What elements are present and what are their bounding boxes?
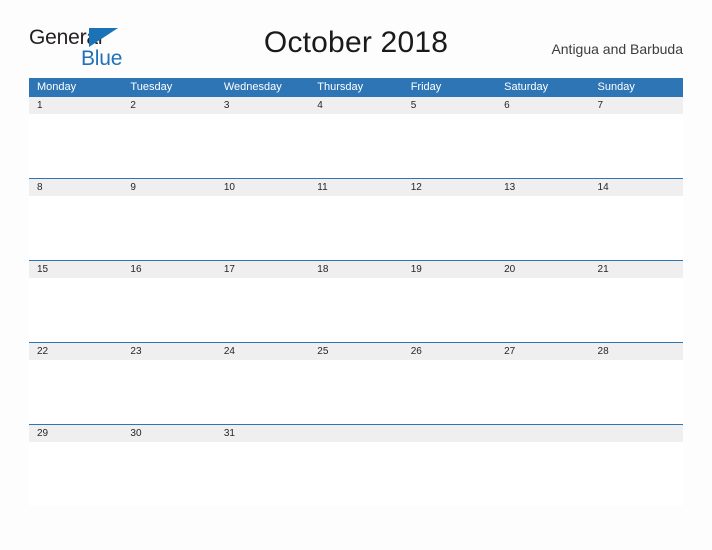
date-number[interactable]: 31 bbox=[216, 425, 309, 442]
day-event-area[interactable] bbox=[496, 114, 589, 178]
date-number[interactable]: 5 bbox=[403, 97, 496, 114]
day-event-area[interactable] bbox=[122, 114, 215, 178]
week-event-band bbox=[29, 442, 683, 506]
day-event-area-empty bbox=[496, 442, 589, 506]
date-number[interactable]: 29 bbox=[29, 425, 122, 442]
weekday-monday: Monday bbox=[37, 81, 77, 93]
day-event-area[interactable] bbox=[496, 196, 589, 260]
day-event-area[interactable] bbox=[122, 442, 215, 506]
week-date-band: 22 23 24 25 26 27 28 bbox=[29, 343, 683, 360]
date-number[interactable]: 30 bbox=[122, 425, 215, 442]
date-number[interactable]: 12 bbox=[403, 179, 496, 196]
date-number[interactable]: 21 bbox=[590, 261, 683, 278]
day-event-area[interactable] bbox=[496, 360, 589, 424]
calendar-week-row: 29 30 31 bbox=[29, 424, 683, 506]
calendar-weekday-header: Monday Tuesday Wednesday Thursday Friday… bbox=[29, 78, 683, 96]
date-number[interactable]: 9 bbox=[122, 179, 215, 196]
date-number[interactable]: 1 bbox=[29, 97, 122, 114]
week-event-band bbox=[29, 196, 683, 260]
week-date-band: 29 30 31 bbox=[29, 425, 683, 442]
date-number[interactable]: 6 bbox=[496, 97, 589, 114]
day-event-area[interactable] bbox=[216, 442, 309, 506]
calendar-table: Monday Tuesday Wednesday Thursday Friday… bbox=[29, 78, 683, 506]
date-number[interactable]: 4 bbox=[309, 97, 402, 114]
day-event-area[interactable] bbox=[216, 360, 309, 424]
date-number-empty bbox=[309, 425, 402, 442]
day-event-area-empty bbox=[309, 442, 402, 506]
date-number[interactable]: 10 bbox=[216, 179, 309, 196]
day-event-area[interactable] bbox=[29, 360, 122, 424]
day-event-area[interactable] bbox=[122, 196, 215, 260]
day-event-area[interactable] bbox=[216, 114, 309, 178]
date-number[interactable]: 7 bbox=[590, 97, 683, 114]
day-event-area[interactable] bbox=[29, 278, 122, 342]
week-date-band: 1 2 3 4 5 6 7 bbox=[29, 97, 683, 114]
week-date-band: 8 9 10 11 12 13 14 bbox=[29, 179, 683, 196]
date-number[interactable]: 8 bbox=[29, 179, 122, 196]
weekday-thursday: Thursday bbox=[317, 81, 364, 93]
date-number[interactable]: 23 bbox=[122, 343, 215, 360]
day-event-area[interactable] bbox=[403, 196, 496, 260]
weekday-friday: Friday bbox=[410, 81, 442, 93]
weekday-tuesday: Tuesday bbox=[130, 81, 173, 93]
date-number[interactable]: 19 bbox=[403, 261, 496, 278]
date-number[interactable]: 11 bbox=[309, 179, 402, 196]
date-number[interactable]: 22 bbox=[29, 343, 122, 360]
day-event-area[interactable] bbox=[122, 278, 215, 342]
weekday-saturday: Saturday bbox=[504, 81, 549, 93]
date-number[interactable]: 24 bbox=[216, 343, 309, 360]
date-number[interactable]: 3 bbox=[216, 97, 309, 114]
date-number[interactable]: 16 bbox=[122, 261, 215, 278]
day-event-area[interactable] bbox=[590, 114, 683, 178]
calendar-week-row: 8 9 10 11 12 13 14 bbox=[29, 178, 683, 260]
day-event-area[interactable] bbox=[309, 114, 402, 178]
week-date-band: 15 16 17 18 19 20 21 bbox=[29, 261, 683, 278]
day-event-area[interactable] bbox=[403, 278, 496, 342]
day-event-area-empty bbox=[403, 442, 496, 506]
location-label: Antigua and Barbuda bbox=[551, 41, 683, 57]
weekday-wednesday: Wednesday bbox=[223, 81, 282, 93]
day-event-area[interactable] bbox=[309, 360, 402, 424]
date-number[interactable]: 13 bbox=[496, 179, 589, 196]
day-event-area[interactable] bbox=[29, 114, 122, 178]
day-event-area[interactable] bbox=[122, 360, 215, 424]
date-number-empty bbox=[590, 425, 683, 442]
weekday-sunday: Sunday bbox=[597, 81, 635, 93]
day-event-area[interactable] bbox=[309, 196, 402, 260]
date-number-empty bbox=[403, 425, 496, 442]
day-event-area[interactable] bbox=[590, 196, 683, 260]
date-number[interactable]: 20 bbox=[496, 261, 589, 278]
day-event-area[interactable] bbox=[216, 278, 309, 342]
date-number[interactable]: 28 bbox=[590, 343, 683, 360]
day-event-area-empty bbox=[590, 442, 683, 506]
week-event-band bbox=[29, 278, 683, 342]
date-number[interactable]: 26 bbox=[403, 343, 496, 360]
date-number[interactable]: 18 bbox=[309, 261, 402, 278]
date-number[interactable]: 17 bbox=[216, 261, 309, 278]
calendar-week-row: 22 23 24 25 26 27 28 bbox=[29, 342, 683, 424]
date-number[interactable]: 25 bbox=[309, 343, 402, 360]
date-number-empty bbox=[496, 425, 589, 442]
date-number[interactable]: 2 bbox=[122, 97, 215, 114]
day-event-area[interactable] bbox=[590, 278, 683, 342]
week-event-band bbox=[29, 360, 683, 424]
date-number[interactable]: 27 bbox=[496, 343, 589, 360]
day-event-area[interactable] bbox=[309, 278, 402, 342]
date-number[interactable]: 14 bbox=[590, 179, 683, 196]
calendar-week-row: 1 2 3 4 5 6 7 bbox=[29, 96, 683, 178]
day-event-area[interactable] bbox=[216, 196, 309, 260]
day-event-area[interactable] bbox=[29, 442, 122, 506]
day-event-area[interactable] bbox=[403, 360, 496, 424]
day-event-area[interactable] bbox=[496, 278, 589, 342]
calendar-week-row: 15 16 17 18 19 20 21 bbox=[29, 260, 683, 342]
day-event-area[interactable] bbox=[590, 360, 683, 424]
day-event-area[interactable] bbox=[403, 114, 496, 178]
page-header: General Blue October 2018 Antigua and Ba… bbox=[0, 0, 712, 74]
date-number[interactable]: 15 bbox=[29, 261, 122, 278]
day-event-area[interactable] bbox=[29, 196, 122, 260]
week-event-band bbox=[29, 114, 683, 178]
